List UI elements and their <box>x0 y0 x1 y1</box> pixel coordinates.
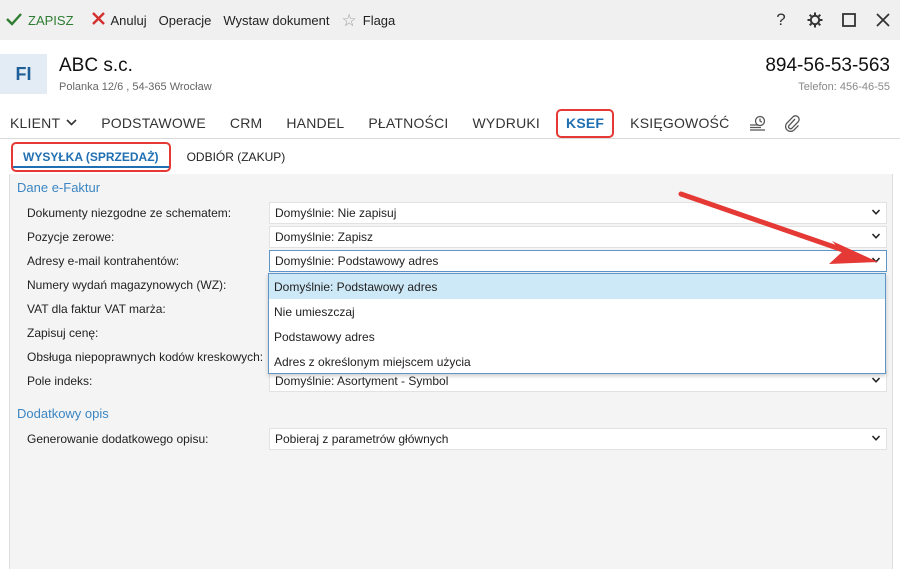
tab-sending[interactable]: WYSYŁKA (SPRZEDAŻ) <box>11 142 171 172</box>
chevron-down-icon <box>872 377 880 383</box>
issue-document-label: Wystaw dokument <box>223 12 330 28</box>
maximize-button[interactable] <box>832 0 866 40</box>
avatar: FI <box>0 54 47 94</box>
save-button[interactable]: ZAPISZ <box>0 0 80 40</box>
chevron-down-icon <box>872 233 880 239</box>
flag-button[interactable]: ☆ Flaga <box>336 0 402 40</box>
cancel-label: Anuluj <box>110 12 147 28</box>
tab-basic[interactable]: PODSTAWOWE <box>89 108 218 139</box>
dropdown-option[interactable]: Podstawowy adres <box>269 324 885 349</box>
zero-items-value: Domyślnie: Zapisz <box>275 230 374 244</box>
index-field-label: Pole indeks: <box>27 374 93 388</box>
save-price-label: Zapisuj cenę: <box>27 326 99 340</box>
tab-receiving[interactable]: ODBIÓR (ZAKUP) <box>177 142 296 172</box>
extra-desc-label: Generowanie dodatkowego opisu: <box>27 432 209 446</box>
close-window-button[interactable] <box>866 0 900 40</box>
history-icon <box>750 115 766 131</box>
emails-select[interactable]: Domyślnie: Podstawowy adres <box>269 250 887 272</box>
save-label: ZAPISZ <box>28 12 74 28</box>
tab-trade[interactable]: HANDEL <box>274 108 356 139</box>
tab-crm[interactable]: CRM <box>218 108 274 139</box>
attachments-tab[interactable] <box>775 108 809 139</box>
emails-label: Adresy e-mail kontrahentów: <box>27 254 180 268</box>
wz-numbers-label: Numery wydań magazynowych (WZ): <box>27 278 227 292</box>
chevron-down-icon <box>872 209 880 215</box>
flag-label: Flaga <box>362 12 396 28</box>
settings-button[interactable] <box>798 0 832 40</box>
checkmark-icon <box>6 12 22 29</box>
dropdown-option[interactable]: Domyślnie: Podstawowy adres <box>269 274 885 299</box>
zero-items-label: Pozycje zerowe: <box>27 230 115 244</box>
dropdown-option[interactable]: Nie umieszczaj <box>269 299 885 324</box>
noncompliant-label: Dokumenty niezgodne ze schematem: <box>27 206 232 220</box>
zero-items-select[interactable]: Domyślnie: Zapisz <box>269 226 887 248</box>
tab-client[interactable]: KLIENT <box>0 108 89 139</box>
operations-menu[interactable]: Operacje <box>153 0 218 40</box>
tab-ksef[interactable]: KSEF <box>556 108 615 138</box>
section-efaktur-title: Dane e-Faktur <box>17 180 101 195</box>
tab-accounting[interactable]: KSIĘGOWOŚĆ <box>618 108 741 139</box>
operations-label: Operacje <box>158 12 212 28</box>
issue-document-button[interactable]: Wystaw dokument <box>217 0 335 40</box>
help-button[interactable]: ? <box>764 0 798 40</box>
main-tabs: KLIENT PODSTAWOWE CRM HANDEL PŁATNOŚCI W… <box>0 108 900 139</box>
chevron-down-icon <box>872 435 880 441</box>
noncompliant-select[interactable]: Domyślnie: Nie zapisuj <box>269 202 887 224</box>
close-icon <box>876 13 890 27</box>
dropdown-option[interactable]: Adres z określonym miejscem użycia <box>269 349 885 374</box>
star-icon: ☆ <box>341 10 357 30</box>
window-controls: ? <box>764 0 900 40</box>
toolbar: ZAPISZ Anuluj Operacje Wystaw dokument ☆… <box>0 0 900 40</box>
extra-desc-value: Pobieraj z parametrów głównych <box>275 432 449 446</box>
help-icon: ? <box>776 10 786 29</box>
tax-id: 894-56-53-563 <box>765 55 890 76</box>
paperclip-icon <box>785 115 801 132</box>
section-extra-title: Dodatkowy opis <box>17 406 109 421</box>
chevron-down-icon <box>872 257 880 263</box>
noncompliant-value: Domyślnie: Nie zapisuj <box>275 206 397 220</box>
chevron-down-icon <box>66 118 77 129</box>
vat-margin-label: VAT dla faktur VAT marża: <box>27 302 166 316</box>
maximize-icon <box>842 13 856 27</box>
company-address: Polanka 12/6 , 54-365 Wrocław <box>59 81 212 93</box>
emails-dropdown-list: Domyślnie: Podstawowy adres Nie umieszcz… <box>268 273 886 374</box>
index-field-value: Domyślnie: Asortyment - Symbol <box>275 374 449 388</box>
cancel-button[interactable]: Anuluj <box>86 0 153 40</box>
barcodes-label: Obsługa niepoprawnych kodów kreskowych: <box>27 350 264 364</box>
history-tab[interactable] <box>741 108 775 139</box>
close-icon <box>91 12 105 28</box>
emails-value: Domyślnie: Podstawowy adres <box>275 254 439 268</box>
ksef-subtabs: WYSYŁKA (SPRZEDAŻ) ODBIÓR (ZAKUP) <box>0 140 900 174</box>
tab-printouts[interactable]: WYDRUKI <box>461 108 553 139</box>
tab-payments[interactable]: PŁATNOŚCI <box>356 108 460 139</box>
extra-desc-select[interactable]: Pobieraj z parametrów głównych <box>269 428 887 450</box>
tab-client-label: KLIENT <box>10 115 61 131</box>
gear-icon <box>807 12 823 28</box>
company-name: ABC s.c. <box>59 55 133 76</box>
contractor-header: FI ABC s.c. Polanka 12/6 , 54-365 Wrocła… <box>0 40 900 108</box>
phone-number: Telefon: 456-46-55 <box>798 81 890 93</box>
